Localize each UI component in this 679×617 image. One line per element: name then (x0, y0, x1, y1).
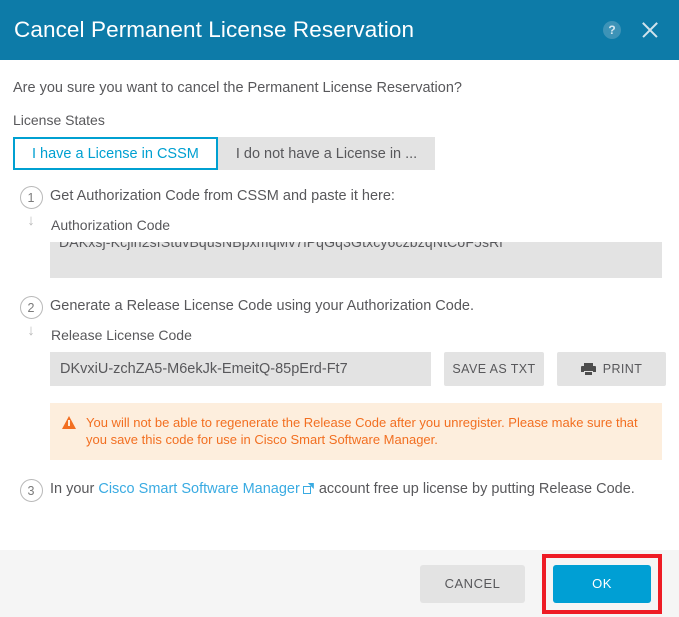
print-button[interactable]: PRINT (557, 352, 666, 386)
authorization-code-label: Authorization Code (51, 217, 171, 233)
external-link-icon[interactable] (302, 484, 313, 494)
release-license-code-input[interactable]: DKvxiU-zchZA5-M6ekJk-EmeitQ-85pErd-Ft7 (50, 352, 431, 386)
step-2-arrow-down-icon: ↓ (27, 322, 35, 339)
step-3-text-before: In your (50, 481, 99, 497)
step-3-number: 3 (19, 479, 43, 502)
printer-icon (580, 362, 596, 376)
step-2-number: 2 (19, 296, 43, 319)
cancel-plr-dialog: Cancel Permanent License Reservation ? A… (0, 0, 679, 617)
release-code-warning: You will not be able to regenerate the R… (50, 403, 662, 460)
help-circle-icon[interactable]: ? (603, 21, 621, 39)
step-1-content: Get Authorization Code from CSSM and pas… (50, 185, 663, 278)
step-1-arrow-down-icon: ↓ (27, 212, 35, 229)
authorization-code-value: DAKxsj-Kcjln2sfStuvBqusNBpxmqMv7iPqGq3Gt… (59, 242, 503, 250)
step-2-content: Generate a Release License Code using yo… (50, 295, 666, 386)
step-3-content: In your Cisco Smart Software Manager acc… (50, 478, 663, 497)
dialog-body: Are you sure you want to cancel the Perm… (0, 60, 679, 550)
dialog-title: Cancel Permanent License Reservation (14, 17, 415, 42)
tab-have-license-in-cssm[interactable]: I have a License in CSSM (13, 137, 218, 170)
tab-do-not-have-license[interactable]: I do not have a License in ... (217, 137, 436, 170)
release-code-row: DKvxiU-zchZA5-M6ekJk-EmeitQ-85pErd-Ft7 S… (50, 352, 666, 386)
close-icon[interactable] (639, 19, 661, 41)
print-button-label: PRINT (602, 362, 643, 376)
cancel-button[interactable]: CANCEL (420, 564, 525, 603)
license-states-label: License States (13, 112, 105, 128)
dialog-footer: CANCEL OK (0, 550, 679, 617)
license-states-tabs: I have a License in CSSM I do not have a… (13, 137, 663, 170)
step-3: 3 In your Cisco Smart Software Manager a… (12, 478, 663, 502)
warning-triangle-icon (62, 416, 76, 429)
step-2: 2 ↓ Generate a Release License Code usin… (12, 295, 666, 386)
confirm-question: Are you sure you want to cancel the Perm… (13, 80, 462, 96)
ok-button[interactable]: OK (553, 564, 651, 603)
save-as-txt-button[interactable]: SAVE AS TXT (444, 352, 544, 386)
warning-text: You will not be able to regenerate the R… (86, 415, 638, 447)
dialog-header: Cancel Permanent License Reservation ? (0, 0, 679, 60)
step-2-text: Generate a Release License Code using yo… (50, 298, 474, 314)
cisco-smart-software-manager-link[interactable]: Cisco Smart Software Manager (98, 481, 299, 497)
ok-button-highlight: OK (542, 553, 662, 614)
step-1-number: 1 (19, 186, 43, 209)
header-actions: ? (603, 19, 661, 41)
authorization-code-input[interactable]: DAKxsj-Kcjln2sfStuvBqusNBpxmqMv7iPqGq3Gt… (50, 242, 662, 278)
step-3-text: In your Cisco Smart Software Manager acc… (50, 481, 663, 497)
step-3-gutter: 3 (12, 478, 50, 502)
release-license-code-label: Release License Code (51, 327, 192, 343)
step-2-gutter: 2 ↓ (12, 295, 50, 340)
step-3-text-after: account free up license by putting Relea… (314, 481, 635, 497)
step-1: 1 ↓ Get Authorization Code from CSSM and… (12, 185, 663, 278)
step-1-gutter: 1 ↓ (12, 185, 50, 230)
step-1-text: Get Authorization Code from CSSM and pas… (50, 188, 395, 204)
